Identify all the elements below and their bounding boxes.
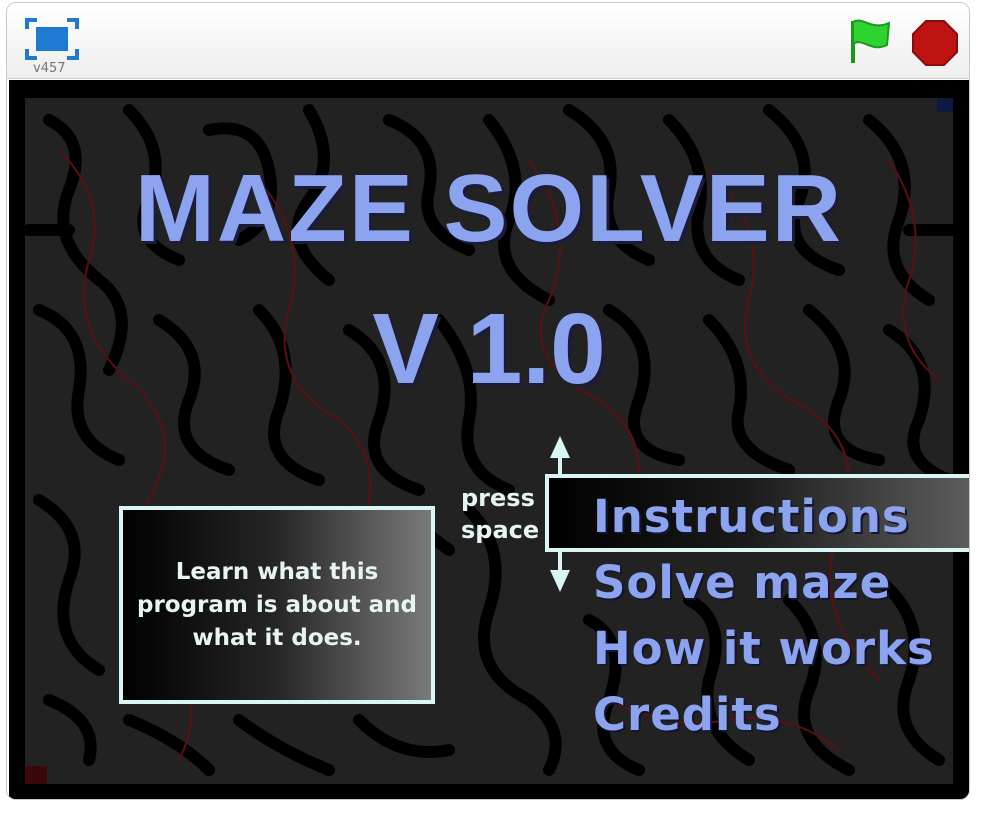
press-space-hint: press space (461, 482, 539, 546)
stop-sign-icon (912, 20, 958, 66)
menu-item-instructions[interactable]: Instructions (593, 490, 910, 543)
player-controls-bar: v457 (7, 3, 969, 79)
green-flag-icon (851, 19, 891, 63)
stage-canvas[interactable]: MAZE SOLVER V 1.0 press space Instructio… (9, 80, 969, 799)
hint-line-space: space (461, 516, 540, 544)
fullscreen-button[interactable] (25, 17, 79, 61)
menu-item-credits[interactable]: Credits (593, 688, 782, 741)
version-label: v457 (33, 61, 66, 76)
menu-item-solve-maze[interactable]: Solve maze (593, 556, 891, 609)
scratch-player: v457 MAZE SOLVER V 1.0 press space Instr… (6, 2, 970, 800)
title-maze-solver: MAZE SOLVER (134, 155, 844, 262)
description-text: Learn what this program is about and wha… (136, 558, 417, 651)
menu-item-how-it-works[interactable]: How it works (593, 622, 935, 675)
stop-button[interactable] (911, 19, 959, 67)
fullscreen-icon (25, 18, 79, 60)
title-version: V 1.0 (372, 293, 606, 405)
green-flag-button[interactable] (847, 17, 893, 65)
hint-line-press: press (461, 484, 535, 512)
description-panel: Learn what this program is about and wha… (119, 506, 435, 704)
